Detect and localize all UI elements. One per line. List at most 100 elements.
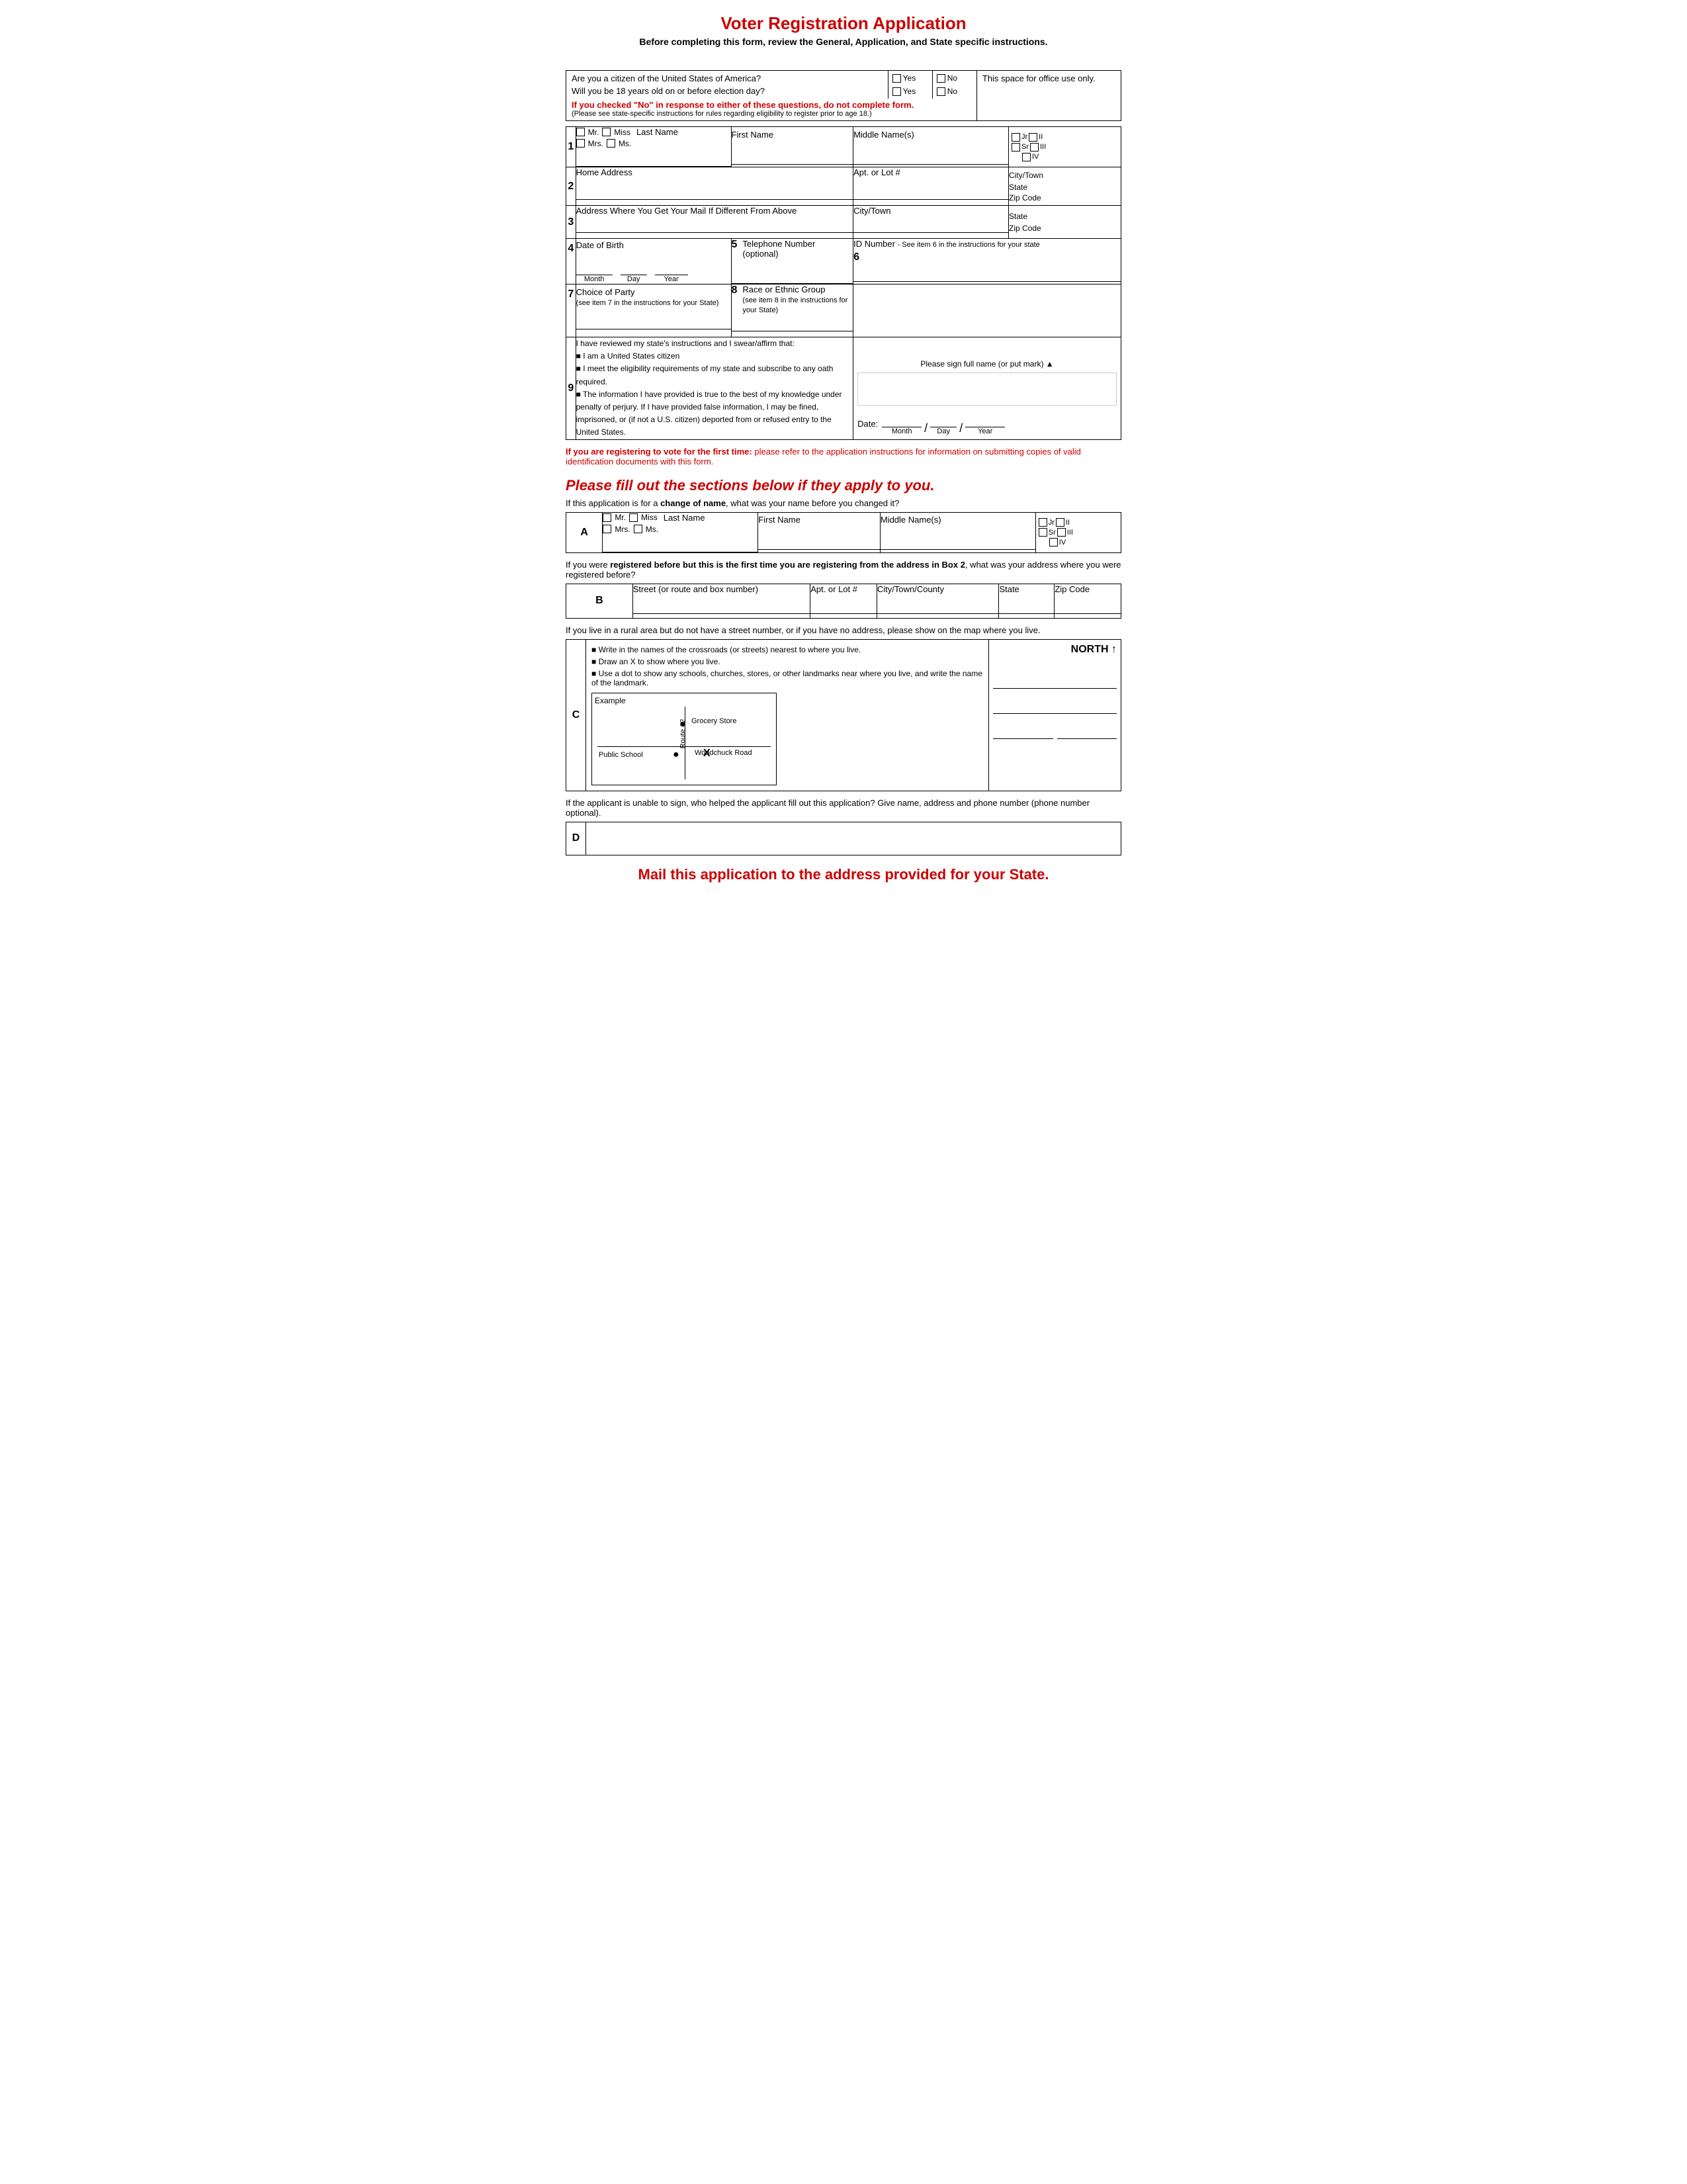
oath-bullet3: ■ The information I have provided is tru… [576,388,853,439]
day-field[interactable] [621,263,647,275]
a-sr-cb[interactable] [1039,528,1047,537]
red-warning: If you checked "No" in response to eithe… [572,100,971,110]
a-ii-cb[interactable] [1056,518,1064,527]
mr-cb[interactable] [576,128,585,136]
race-note: (see item 8 in the instructions for your… [742,296,847,314]
id-note-label: - See item 6 in the instructions for you… [898,241,1040,249]
mail-addr-field[interactable] [576,221,853,233]
map-line3a[interactable] [993,719,1053,739]
party-label: Choice of Party [576,287,635,297]
b-street-field[interactable] [633,602,810,614]
mail-addr-label: Address Where You Get Your Mail If Diffe… [576,206,797,216]
row6-label: 6 [853,251,859,263]
a-ms-cb[interactable] [634,525,642,533]
no1-label: No [947,73,957,83]
a-mr-cb[interactable] [603,513,611,522]
ii-cb[interactable] [1029,133,1037,142]
ms-cb[interactable] [607,139,615,148]
year-field[interactable] [655,263,688,275]
section-d-label: D [566,822,586,855]
day-label: Day [621,275,647,283]
b-city-field[interactable] [877,602,999,614]
a-firstname-field[interactable] [758,538,880,550]
yes1-checkbox[interactable] [892,74,901,83]
apt-field2[interactable] [853,188,1008,200]
zip-label3: Zip Code [1009,224,1121,233]
prev-address-instruction: If you were registered before but this i… [566,560,1121,580]
b-apt-label: Apt. or Lot # [810,584,857,594]
miss-cb[interactable] [602,128,611,136]
section-d-field[interactable] [586,822,1121,855]
a-jr-cb[interactable] [1039,518,1047,527]
yes2-label: Yes [903,87,916,96]
b-state-field[interactable] [999,602,1054,614]
telephone-field[interactable] [732,272,853,284]
no1-checkbox[interactable] [937,74,945,83]
id-number-label: ID Number [853,239,895,249]
section-c-table: C ■ Write in the names of the crossroads… [566,639,1121,791]
example-label: Example [595,696,773,705]
section-a-table: A Mr. Miss Last Name Mrs. Ms. First Name… [566,512,1121,553]
dob-label: Date of Birth [576,240,624,250]
race-label: Race or Ethnic Group [742,284,825,294]
jr-cb[interactable] [1012,133,1020,142]
a-mrs-cb[interactable] [603,525,611,533]
section-d-table: D [566,822,1121,855]
sign-year-field[interactable] [965,415,1005,427]
sign-day-field[interactable] [930,415,957,427]
no2-checkbox[interactable] [937,87,945,96]
sign-label: Please sign full name (or put mark) ▲ [857,359,1117,369]
sr-cb[interactable] [1012,143,1020,152]
office-use-text: This space for office use only. [982,73,1096,83]
month-label: Month [576,275,613,283]
mrs-cb[interactable] [576,139,585,148]
yes2-checkbox[interactable] [892,87,901,96]
a-lastname-label: Last Name [664,513,705,523]
row1-label: 1 [566,127,576,167]
month-field[interactable] [576,263,613,275]
mail-footer: Mail this application to the address pro… [566,866,1121,883]
middlename-col-label: Middle Name(s) [853,130,914,140]
section-d-instruction: If the applicant is unable to sign, who … [566,798,1121,818]
map-line3b[interactable] [1057,719,1117,739]
zip-label2: Zip Code [1009,193,1121,202]
oath-bullet2: ■ I meet the eligibility requirements of… [576,363,853,388]
b-street-label: Street (or route and box number) [633,584,758,594]
year-label: Year [655,275,688,283]
iii-cb-main[interactable] [1030,143,1039,152]
public-school-label: Public School [599,751,643,759]
race-field[interactable] [732,320,853,331]
a-lastname-field[interactable] [603,541,757,552]
id-field[interactable] [853,270,1121,282]
map-line2[interactable] [993,694,1117,714]
party-field[interactable] [576,318,731,329]
iv-cb[interactable] [1022,153,1031,161]
city-town-label2: City/Town [1009,171,1043,180]
lastname-field[interactable] [576,155,731,167]
b-state-label: State [999,584,1019,594]
b-zip-label: Zip Code [1055,584,1090,594]
signature-area[interactable] [857,372,1117,406]
b-zip-field[interactable] [1055,602,1121,614]
firstname-col-label: First Name [732,130,774,140]
city-field3[interactable] [853,221,1008,233]
no2-label: No [947,87,957,96]
a-iii-cb[interactable] [1057,528,1066,537]
c-bullet1: ■ Write in the names of the crossroads (… [591,645,983,654]
firstname-field[interactable] [732,153,853,165]
grocery-dot-icon: ● [679,719,686,730]
b-apt-field[interactable] [810,602,877,614]
b-city-label: City/Town/County [877,584,944,594]
citizen-questions-table: Are you a citizen of the United States o… [566,70,1121,121]
state-label2: State [1009,183,1121,192]
map-line1[interactable] [993,669,1117,689]
middlename-field[interactable] [853,153,1008,165]
first-time-notice: If you are registering to vote for the f… [566,447,1121,466]
sign-month-field[interactable] [882,415,922,427]
a-iv-cb[interactable] [1049,538,1058,546]
home-addr-field[interactable] [576,188,853,200]
home-addr-label: Home Address [576,167,632,177]
row5-label: 5 [732,239,738,251]
a-miss-cb[interactable] [629,513,638,522]
a-middlename-field[interactable] [881,538,1035,550]
